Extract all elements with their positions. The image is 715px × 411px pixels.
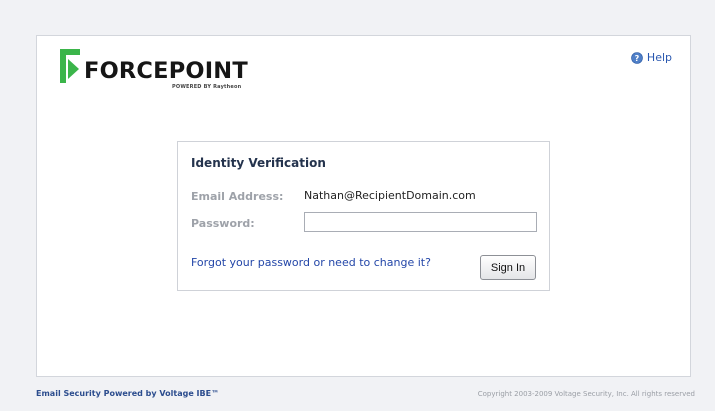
card-title: Identity Verification [191, 156, 326, 170]
footer-copyright: Copyright 2003-2009 Voltage Security, In… [477, 390, 695, 398]
password-input[interactable] [304, 212, 537, 232]
email-label: Email Address: [191, 190, 284, 203]
forcepoint-mark-icon [60, 49, 80, 83]
brand-name: FORCEPOINT [84, 58, 248, 84]
footer-powered-by: Email Security Powered by Voltage IBE™ [36, 389, 220, 398]
password-label: Password: [191, 217, 255, 230]
email-value: Nathan@RecipientDomain.com [304, 189, 476, 202]
brand-tagline: POWERED BY Raytheon [172, 84, 242, 90]
help-icon: ? [631, 51, 643, 64]
sign-in-button[interactable]: Sign In [480, 255, 536, 280]
forgot-password-link[interactable]: Forgot your password or need to change i… [191, 256, 431, 269]
svg-text:?: ? [635, 54, 640, 63]
identity-verification-card: Identity Verification Email Address: Nat… [177, 141, 550, 291]
main-panel: FORCEPOINT POWERED BY Raytheon ? Help Id… [36, 35, 691, 377]
help-link[interactable]: ? Help [631, 51, 672, 64]
help-label: Help [646, 51, 672, 64]
